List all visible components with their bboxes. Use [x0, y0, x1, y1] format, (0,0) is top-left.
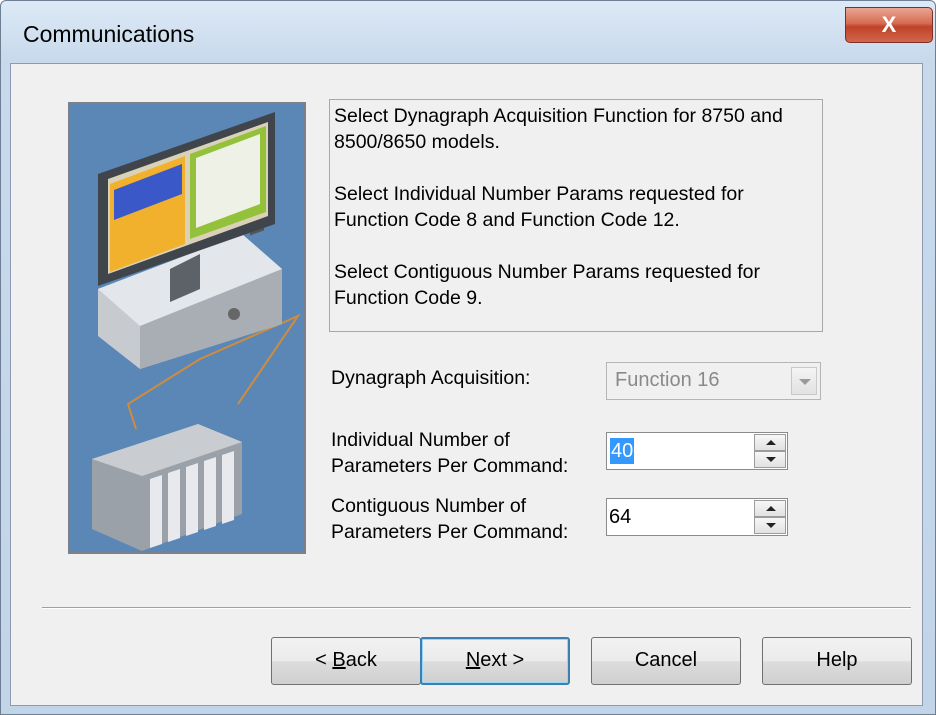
contiguous-label-line: Contiguous Number of [331, 495, 527, 517]
help-button[interactable]: Help [762, 637, 912, 685]
back-button-rest: ack [345, 649, 377, 671]
contiguous-params-input[interactable] [609, 502, 749, 532]
next-button-rest: ext > [480, 649, 525, 671]
spin-buttons [754, 500, 786, 534]
illustration-svg [92, 112, 301, 551]
divider [42, 607, 911, 609]
description-line: Select Individual Number Params requeste… [334, 183, 744, 231]
dynagraph-value: Function 16 [615, 369, 720, 391]
contiguous-label: Contiguous Number of Parameters Per Comm… [331, 493, 568, 545]
dynagraph-dropdown: Function 16 [606, 362, 821, 400]
contiguous-params-spinner[interactable] [606, 498, 788, 536]
back-button-key: B [332, 649, 346, 671]
spin-down-icon[interactable] [754, 451, 786, 468]
individual-label-line: Individual Number of [331, 429, 510, 451]
window-title: Communications [23, 21, 195, 47]
dropdown-arrow-icon [791, 367, 817, 395]
next-button[interactable]: Next > [420, 637, 570, 685]
computer-plc-illustration [68, 102, 306, 554]
close-icon[interactable]: X [845, 7, 933, 43]
description-line: Select Contiguous Number Params requeste… [334, 261, 760, 309]
spin-buttons [754, 434, 786, 468]
back-button-prefix: < [315, 649, 333, 671]
spin-down-icon[interactable] [754, 517, 786, 534]
description-panel: Select Dynagraph Acquisition Function fo… [329, 99, 823, 332]
dynagraph-label: Dynagraph Acquisition: [331, 367, 531, 389]
individual-params-spinner[interactable]: 40 [606, 432, 788, 470]
individual-params-input[interactable]: 40 [610, 438, 635, 464]
description-line: Select Dynagraph Acquisition Function fo… [334, 105, 783, 153]
cancel-button[interactable]: Cancel [591, 637, 741, 685]
spin-up-icon[interactable] [754, 434, 786, 451]
spin-up-icon[interactable] [754, 500, 786, 517]
back-button[interactable]: < Back [271, 637, 421, 685]
individual-label-line: Parameters Per Command: [331, 455, 569, 477]
next-button-key: N [465, 649, 481, 671]
individual-label: Individual Number of Parameters Per Comm… [331, 427, 568, 479]
contiguous-label-line: Parameters Per Command: [331, 521, 569, 543]
